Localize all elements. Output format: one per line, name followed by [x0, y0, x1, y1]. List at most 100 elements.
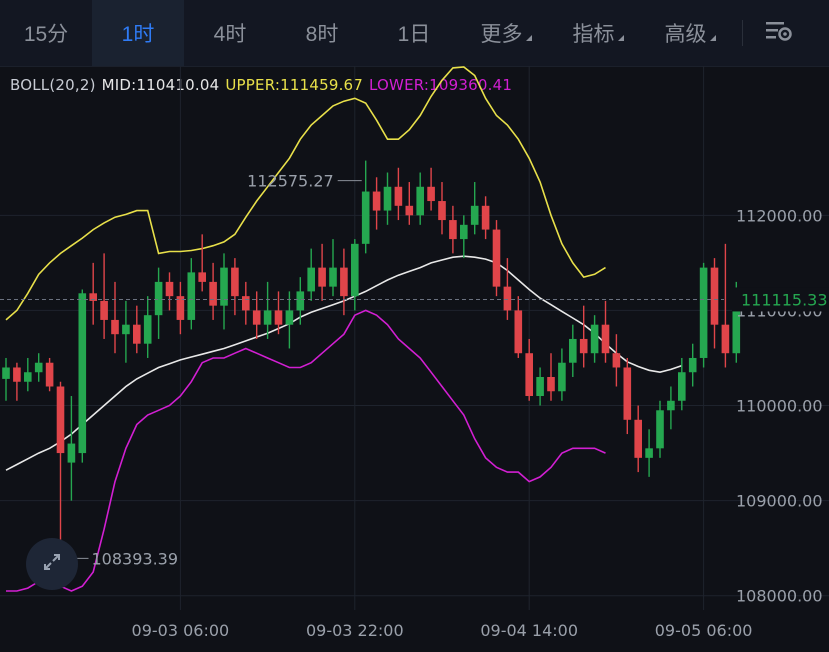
candle-body: [656, 410, 664, 449]
candle-body: [187, 272, 196, 320]
boll-upper-line: [5, 66, 606, 321]
candle-body: [242, 296, 250, 311]
candle-body: [612, 353, 621, 368]
candle-body: [579, 338, 588, 354]
candle-body: [460, 224, 468, 240]
candle-body: [503, 286, 512, 311]
dropdown-caret-icon: [709, 35, 716, 41]
candle-body: [601, 324, 610, 354]
candle-body: [634, 419, 642, 458]
chart-settings-icon: [764, 18, 794, 49]
candle-body: [394, 186, 403, 206]
candle-body: [405, 205, 414, 216]
dropdown-caret-icon: [525, 35, 532, 41]
collapse-button[interactable]: [26, 538, 78, 590]
tab-label: 指标: [572, 23, 615, 46]
candle-body: [209, 281, 217, 306]
candle-body: [220, 267, 228, 306]
candle-body: [492, 229, 501, 287]
y-tick-label: 110000.00: [736, 397, 823, 416]
candle-body: [416, 186, 424, 216]
tab-label: 高级: [664, 23, 707, 46]
candle-body: [24, 372, 32, 382]
candle-body: [78, 293, 87, 454]
candle-body: [427, 186, 435, 202]
tab-label: 更多: [480, 23, 523, 46]
candle-body: [56, 386, 65, 454]
candle-body: [623, 367, 632, 420]
candle-body: [198, 272, 206, 282]
candle-body: [710, 267, 719, 325]
candle-body: [688, 357, 697, 373]
candle-body: [329, 267, 337, 287]
x-tick-label: 09-05 06:00: [655, 621, 753, 640]
tab-label: 1日: [397, 23, 431, 46]
candle-body: [67, 443, 76, 463]
candle-body: [667, 400, 675, 411]
chart-settings-button[interactable]: [749, 0, 809, 66]
candle-body: [263, 310, 272, 325]
tab-6[interactable]: 指标: [552, 0, 644, 66]
candle-body: [154, 281, 163, 316]
tab-2[interactable]: 4时: [184, 0, 276, 66]
collapse-arrows-icon: [41, 551, 63, 578]
candlestick-chart[interactable]: 112000.00111000.00110000.00109000.001080…: [0, 66, 829, 652]
candle-body: [13, 367, 21, 382]
candle-body: [514, 310, 523, 354]
tab-1[interactable]: 1时: [92, 0, 184, 66]
candle-body: [590, 324, 599, 354]
candle-body: [296, 291, 305, 311]
dropdown-caret-icon: [617, 35, 624, 41]
tab-3[interactable]: 8时: [276, 0, 368, 66]
candle-body: [438, 201, 446, 221]
candle-body: [547, 376, 555, 392]
candle-body: [569, 338, 577, 363]
candle-body: [449, 220, 457, 240]
tab-5[interactable]: 更多: [460, 0, 552, 66]
candle-body: [525, 353, 533, 397]
candle-body: [2, 367, 10, 379]
candle-body: [318, 267, 326, 287]
candle-body: [678, 372, 686, 401]
candle-body: [699, 267, 708, 358]
candle-body: [470, 205, 479, 225]
candle-body: [372, 191, 381, 211]
candle-body: [100, 300, 108, 320]
candle-body: [274, 310, 283, 325]
y-tick-label: 109000.00: [736, 492, 823, 511]
candle-body: [231, 267, 239, 297]
timeframe-toolbar: 15分 1时 4时 8时 1日 更多 指标 高级: [0, 0, 829, 67]
current-price-label: 111115.33: [741, 290, 828, 309]
candle-body: [34, 362, 43, 373]
candle-body: [307, 267, 315, 292]
candle-body: [165, 281, 174, 297]
candle-body: [383, 186, 392, 211]
y-tick-label: 108000.00: [736, 587, 823, 606]
candle-body: [536, 376, 544, 397]
candle-body: [340, 267, 348, 297]
candle-body: [351, 243, 359, 297]
candle-body: [133, 324, 141, 344]
tab-label: 4时: [213, 23, 247, 46]
candle-body: [143, 315, 152, 344]
candle-body: [252, 310, 261, 325]
x-tick-label: 09-03 06:00: [132, 621, 230, 640]
tab-0[interactable]: 15分: [0, 0, 92, 66]
tab-label: 1时: [121, 23, 155, 46]
candle-body: [721, 324, 730, 354]
tab-4[interactable]: 1日: [368, 0, 460, 66]
candle-body: [361, 191, 370, 244]
candle-body: [45, 362, 54, 387]
y-tick-label: 112000.00: [736, 206, 823, 225]
candle-body: [111, 319, 119, 335]
toolbar-divider: [742, 20, 743, 46]
low-price-label: 108393.39: [92, 549, 179, 568]
x-tick-label: 09-04 14:00: [480, 621, 578, 640]
candle-body: [558, 362, 566, 392]
timeframe-tabs: 15分 1时 4时 8时 1日 更多 指标 高级: [0, 0, 736, 66]
high-price-label: 112575.27: [247, 172, 334, 191]
tab-7[interactable]: 高级: [644, 0, 736, 66]
tab-label: 15分: [23, 23, 69, 46]
candle-body: [285, 310, 294, 325]
tab-label: 8时: [305, 23, 339, 46]
